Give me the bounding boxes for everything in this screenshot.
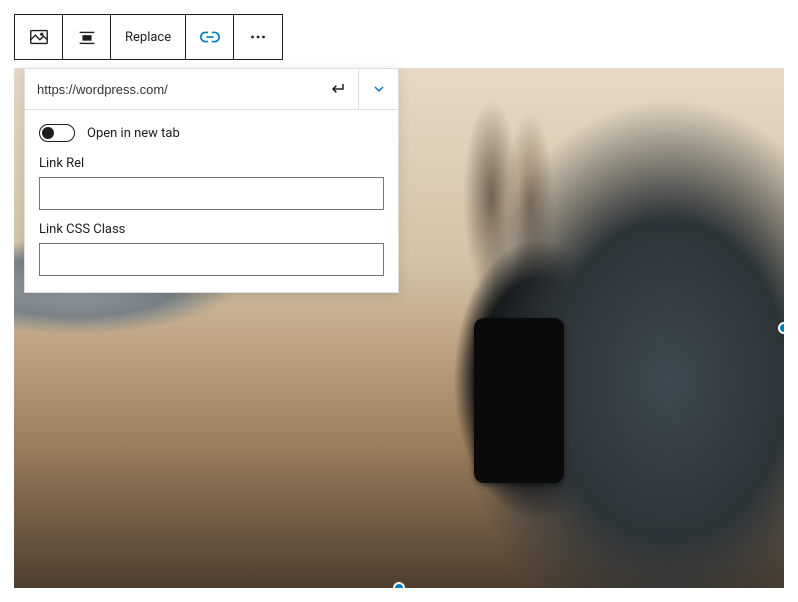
open-new-tab-toggle[interactable] [39, 124, 75, 142]
align-icon [76, 26, 98, 48]
toggle-knob [42, 127, 54, 139]
url-input[interactable] [25, 70, 318, 109]
url-submit-button[interactable] [318, 69, 358, 109]
open-new-tab-label: Open in new tab [87, 126, 180, 141]
replace-button-label: Replace [125, 30, 171, 45]
resize-handle-right[interactable] [778, 322, 784, 334]
block-type-button[interactable] [15, 15, 63, 59]
settings-toggle-button[interactable] [358, 69, 398, 109]
image-content-phone [474, 318, 564, 483]
more-options-button[interactable] [234, 15, 282, 59]
link-css-class-label: Link CSS Class [39, 222, 384, 237]
align-button[interactable] [63, 15, 111, 59]
link-icon [199, 26, 221, 48]
resize-handle-bottom[interactable] [393, 582, 405, 588]
link-css-class-input[interactable] [39, 243, 384, 276]
link-settings-popover: Open in new tab Link Rel Link CSS Class [24, 68, 399, 293]
more-icon [247, 26, 269, 48]
url-row [25, 69, 398, 110]
link-button[interactable] [186, 15, 234, 59]
link-advanced-settings: Open in new tab Link Rel Link CSS Class [25, 110, 398, 292]
open-new-tab-row: Open in new tab [39, 124, 384, 142]
block-toolbar: Replace [14, 14, 283, 60]
enter-icon [328, 79, 348, 99]
link-rel-input[interactable] [39, 177, 384, 210]
replace-button[interactable]: Replace [111, 15, 186, 59]
chevron-down-icon [371, 81, 387, 97]
image-icon [28, 26, 50, 48]
link-rel-label: Link Rel [39, 156, 384, 171]
